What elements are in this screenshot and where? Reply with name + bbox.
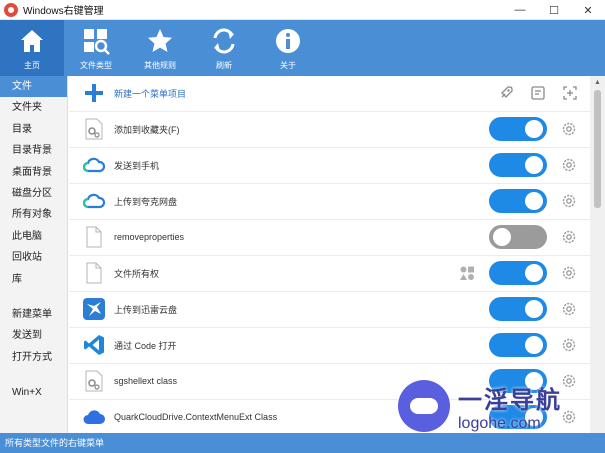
list-item-label: sgshellext class (114, 376, 178, 387)
list-item-label: 上传到迅雷云盘 (114, 304, 178, 315)
blank-file-icon (83, 226, 105, 248)
shapes-icon[interactable] (459, 265, 475, 281)
vscode-icon (83, 334, 105, 356)
gear-icon[interactable] (561, 157, 577, 173)
add-item-label[interactable]: 新建一个菜单项目 (114, 87, 186, 100)
list-item-label: 添加到收藏夹(F) (114, 124, 180, 135)
main-toolbar: 主页 文件类型 其他规则 刷新 关于 (0, 20, 605, 76)
sidebar-divider (0, 290, 67, 304)
list-item-label: 通过 Code 打开 (114, 340, 177, 351)
enable-toggle[interactable] (489, 405, 547, 430)
sidebar-item-this-pc[interactable]: 此电脑 (0, 226, 67, 247)
gear-icon[interactable] (561, 265, 577, 281)
sidebar-item-desktop-background[interactable]: 桌面背景 (0, 162, 67, 183)
home-icon (17, 26, 47, 56)
list-item: removeproperties (69, 220, 590, 256)
close-button[interactable]: ✕ (571, 0, 605, 20)
list-item: 上传到夸克网盘 (69, 184, 590, 220)
list-item: QuarkCloudDrive.ContextMenuExt Class (69, 400, 590, 433)
gear-file-icon (83, 370, 105, 392)
window-controls: — ☐ ✕ (503, 0, 605, 20)
sidebar-item-all-objects[interactable]: 所有对象 (0, 204, 67, 225)
list-item-label: removeproperties (114, 232, 185, 243)
enable-toggle[interactable] (489, 297, 547, 322)
gear-icon[interactable] (561, 301, 577, 317)
toolbar-home-button[interactable]: 主页 (0, 20, 64, 76)
rocket-icon[interactable] (498, 85, 514, 101)
star-icon (145, 26, 175, 56)
list-item: sgshellext class (69, 364, 590, 400)
toolbar-file-types-label: 文件类型 (80, 61, 112, 70)
list-item-label: 发送到手机 (114, 160, 160, 171)
sidebar-item-drive[interactable]: 磁盘分区 (0, 183, 67, 204)
sidebar-item-open-with[interactable]: 打开方式 (0, 347, 67, 368)
file-types-icon (81, 26, 111, 56)
gear-icon[interactable] (561, 373, 577, 389)
scroll-thumb[interactable] (594, 90, 601, 208)
app-logo-icon (4, 2, 18, 17)
toolbar-refresh-label: 刷新 (216, 61, 232, 70)
enable-toggle[interactable] (489, 117, 547, 142)
quark-cloud-icon (83, 406, 105, 428)
plus-icon (83, 82, 105, 104)
header-actions (498, 85, 578, 101)
list-item: 文件所有权 (69, 256, 590, 292)
toolbar-other-rules-label: 其他规则 (144, 61, 176, 70)
sidebar-item-directory-background[interactable]: 目录背景 (0, 140, 67, 161)
vertical-scrollbar[interactable]: ▲ (590, 76, 605, 433)
sidebar-item-library[interactable]: 库 (0, 269, 67, 290)
cloud-icon (83, 190, 105, 212)
list-item: 添加到收藏夹(F) (69, 112, 590, 148)
list-item: 通过 Code 打开 (69, 328, 590, 364)
sidebar-item-file[interactable]: 文件 (0, 76, 67, 98)
add-note-icon[interactable] (530, 85, 546, 101)
scroll-up-icon[interactable]: ▲ (590, 76, 605, 88)
sidebar-divider (0, 368, 67, 382)
sidebar-item-new-menu[interactable]: 新建菜单 (0, 304, 67, 325)
gear-icon[interactable] (561, 337, 577, 353)
gear-icon[interactable] (561, 193, 577, 209)
window-title: Windows右键管理 (23, 6, 104, 17)
list-item-label: 上传到夸克网盘 (114, 196, 178, 207)
title-bar: Windows右键管理 — ☐ ✕ (0, 0, 605, 20)
info-icon (273, 26, 303, 56)
add-item-row[interactable]: 新建一个菜单项目 (69, 76, 590, 112)
sidebar-item-recycle-bin[interactable]: 回收站 (0, 247, 67, 268)
list-item-label: QuarkCloudDrive.ContextMenuExt Class (114, 412, 278, 423)
enable-toggle[interactable] (489, 369, 547, 394)
toolbar-about-button[interactable]: 关于 (256, 20, 320, 76)
toolbar-file-types-button[interactable]: 文件类型 (64, 20, 128, 76)
enable-toggle[interactable] (489, 225, 547, 250)
sidebar: 文件 文件夹 目录 目录背景 桌面背景 磁盘分区 所有对象 此电脑 回收站 库 … (0, 76, 68, 433)
list-item-label: 文件所有权 (114, 268, 160, 279)
gear-file-icon (83, 118, 105, 140)
status-bar: 所有类型文件的右键菜单 (0, 433, 605, 453)
enable-toggle[interactable] (489, 153, 547, 178)
maximize-button[interactable]: ☐ (537, 0, 571, 20)
gear-icon[interactable] (561, 229, 577, 245)
sidebar-item-folder[interactable]: 文件夹 (0, 97, 67, 118)
cloud-icon (83, 154, 105, 176)
enable-toggle[interactable] (489, 261, 547, 286)
toolbar-about-label: 关于 (280, 61, 296, 70)
thunder-bird-icon (83, 298, 105, 321)
list-item: 发送到手机 (69, 148, 590, 184)
gear-icon[interactable] (561, 409, 577, 425)
sidebar-item-directory[interactable]: 目录 (0, 119, 67, 140)
blank-file-icon (83, 262, 105, 284)
minimize-button[interactable]: — (503, 0, 537, 20)
crosshair-add-icon[interactable] (562, 85, 578, 101)
toolbar-other-rules-button[interactable]: 其他规则 (128, 20, 192, 76)
list-item: 上传到迅雷云盘 (69, 292, 590, 328)
refresh-icon (209, 26, 239, 56)
menu-item-list: 新建一个菜单项目 添加到收藏夹(F) 发送到手机 上传到夸克网盘 removep… (69, 76, 590, 433)
toolbar-refresh-button[interactable]: 刷新 (192, 20, 256, 76)
sidebar-item-winx[interactable]: Win+X (0, 382, 67, 403)
toolbar-home-label: 主页 (24, 61, 40, 70)
enable-toggle[interactable] (489, 333, 547, 358)
gear-icon[interactable] (561, 121, 577, 137)
enable-toggle[interactable] (489, 189, 547, 214)
sidebar-item-send-to[interactable]: 发送到 (0, 325, 67, 346)
